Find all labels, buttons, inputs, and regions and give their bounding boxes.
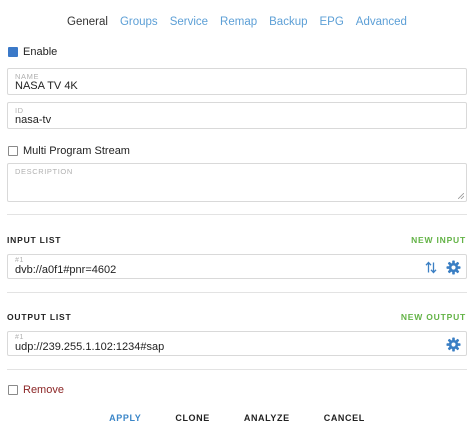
analyze-button[interactable]: ANALYZE xyxy=(244,413,290,423)
name-field-value: NASA TV 4K xyxy=(15,80,78,92)
enable-checkbox[interactable] xyxy=(8,47,18,57)
remove-row: Remove xyxy=(8,384,64,396)
tab-remap[interactable]: Remap xyxy=(220,16,257,32)
input-item-value: dvb://a0f1#pnr=4602 xyxy=(15,264,117,276)
tab-backup[interactable]: Backup xyxy=(269,16,307,32)
cancel-button[interactable]: CANCEL xyxy=(324,413,365,423)
output-settings-gear-icon[interactable] xyxy=(445,336,461,352)
resize-handle-icon[interactable] xyxy=(458,193,464,199)
swap-icon[interactable] xyxy=(424,260,438,274)
clone-button[interactable]: CLONE xyxy=(175,413,210,423)
input-settings-gear-icon[interactable] xyxy=(445,259,461,275)
input-item-index: #1 xyxy=(15,257,24,264)
output-list-title: OUTPUT LIST xyxy=(7,312,72,322)
description-field-label: DESCRIPTION xyxy=(15,167,73,176)
apply-button[interactable]: APPLY xyxy=(109,413,141,423)
divider xyxy=(7,214,467,215)
id-field-value: nasa-tv xyxy=(15,114,52,126)
tab-advanced[interactable]: Advanced xyxy=(356,16,407,32)
remove-label: Remove xyxy=(23,384,64,396)
tab-service[interactable]: Service xyxy=(170,16,208,32)
tab-epg[interactable]: EPG xyxy=(319,16,343,32)
output-item-value: udp://239.255.1.102:1234#sap xyxy=(15,341,165,353)
output-item[interactable]: #1 udp://239.255.1.102:1234#sap xyxy=(7,331,467,356)
remove-checkbox[interactable] xyxy=(8,385,18,395)
new-input-button[interactable]: NEW INPUT xyxy=(411,235,466,245)
output-item-index: #1 xyxy=(15,334,24,341)
mpts-label: Multi Program Stream xyxy=(23,145,130,157)
id-field[interactable]: ID nasa-tv xyxy=(7,102,467,129)
input-list-title: INPUT LIST xyxy=(7,235,62,245)
tab-general[interactable]: General xyxy=(67,16,108,32)
enable-row: Enable xyxy=(8,46,57,58)
new-output-button[interactable]: NEW OUTPUT xyxy=(401,312,466,322)
divider xyxy=(7,369,467,370)
tab-bar: General Groups Service Remap Backup EPG … xyxy=(0,16,474,32)
name-field[interactable]: NAME NASA TV 4K xyxy=(7,68,467,95)
tab-groups[interactable]: Groups xyxy=(120,16,158,32)
mpts-checkbox[interactable] xyxy=(8,146,18,156)
description-field[interactable]: DESCRIPTION xyxy=(7,163,467,202)
mpts-row: Multi Program Stream xyxy=(8,145,130,157)
action-bar: APPLY CLONE ANALYZE CANCEL xyxy=(0,413,474,423)
input-item[interactable]: #1 dvb://a0f1#pnr=4602 xyxy=(7,254,467,279)
divider xyxy=(7,292,467,293)
enable-label: Enable xyxy=(23,46,58,58)
